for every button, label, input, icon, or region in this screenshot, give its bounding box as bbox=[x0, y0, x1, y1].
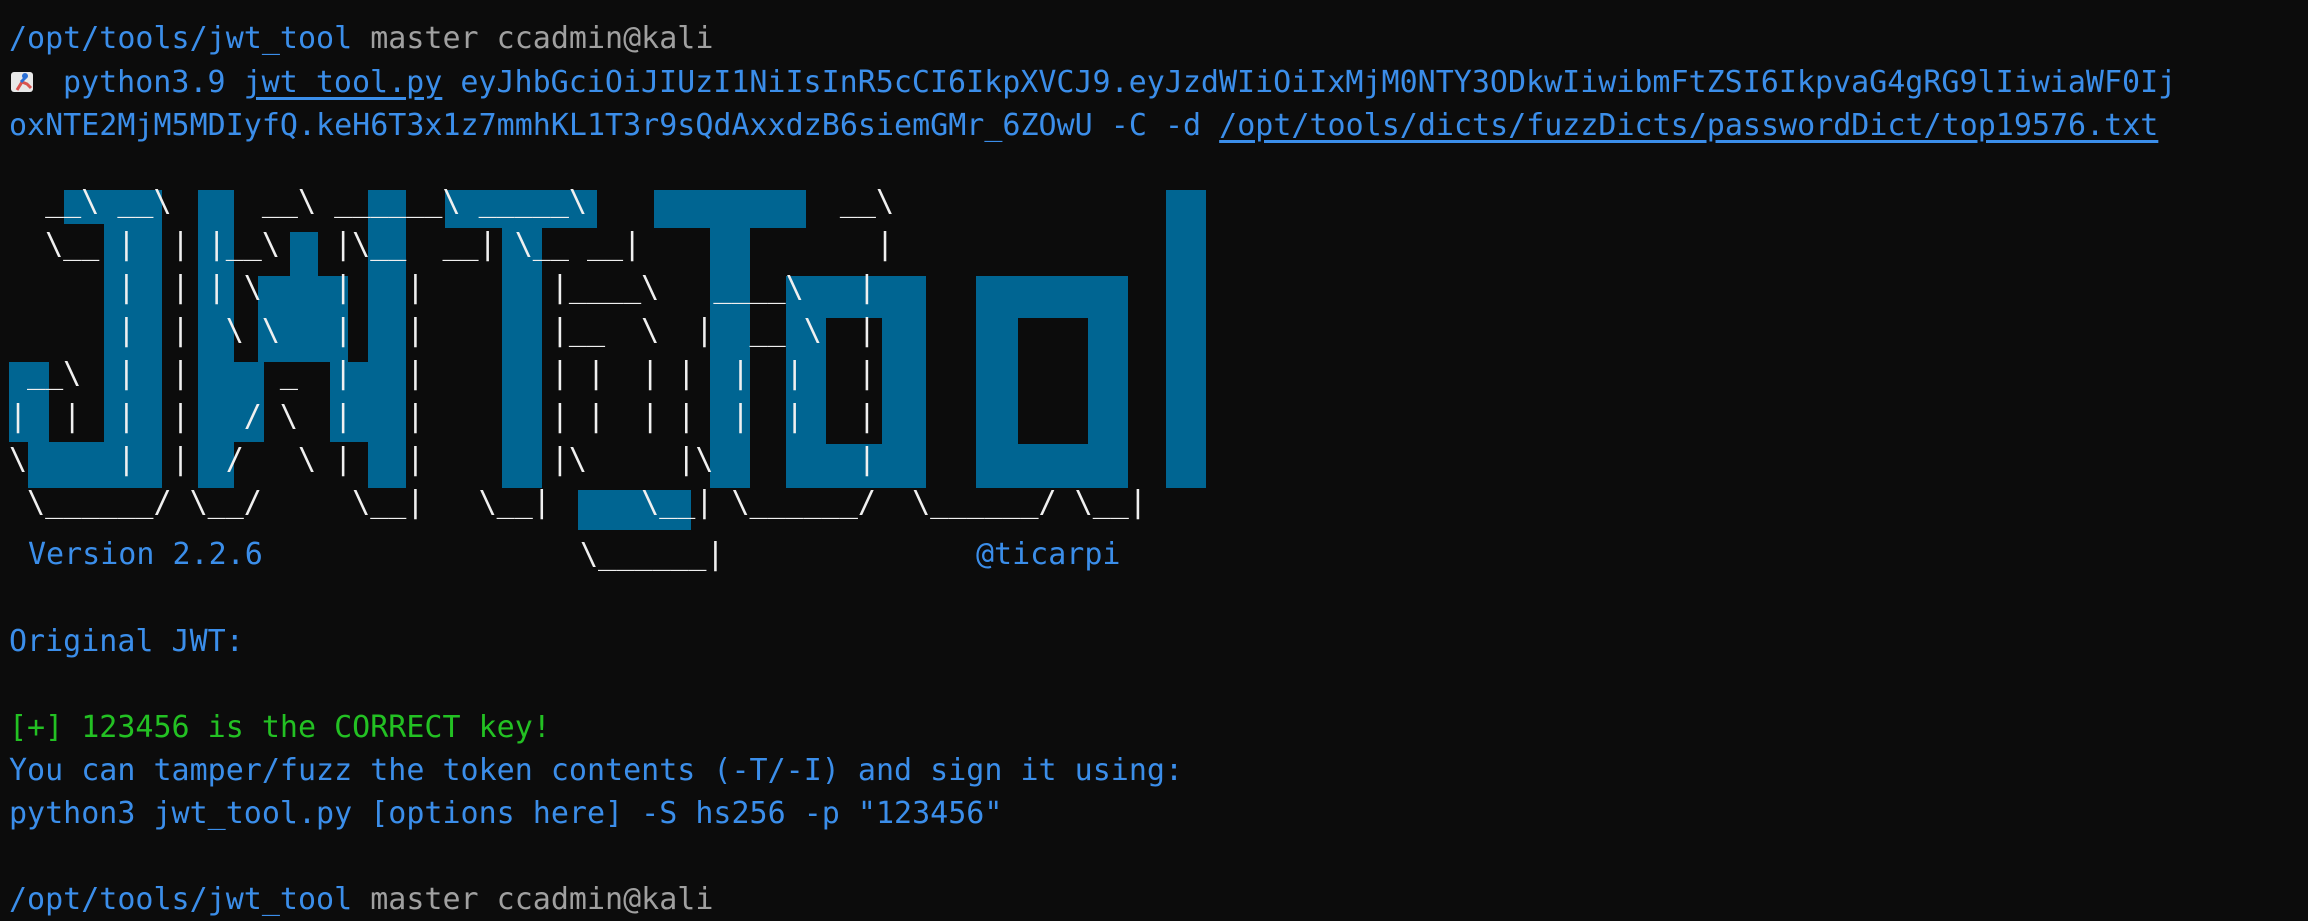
wordlist-path-link[interactable]: /opt/tools/dicts/fuzzDicts/passwordDict/… bbox=[1219, 108, 2158, 143]
original-jwt-label: Original JWT: bbox=[9, 624, 244, 659]
next-prompt-path: /opt/tools/jwt_tool bbox=[9, 882, 353, 917]
prompt-branch: master bbox=[370, 21, 479, 56]
jwt-token-part2: oxNTE2MjM5MDIyfQ.keH6T3x1z7mmhKL1T3r9sQd… bbox=[9, 108, 1093, 143]
running-person-icon bbox=[11, 72, 33, 92]
next-prompt-branch: master bbox=[370, 882, 479, 917]
banner-underline: \______| bbox=[580, 537, 725, 572]
next-prompt-user-host: ccadmin@kali bbox=[496, 882, 714, 917]
suggested-command: python3 jwt_tool.py [options here] -S hs… bbox=[9, 796, 1003, 831]
command-flags: -C -d bbox=[1110, 108, 1202, 143]
prompt-line: /opt/tools/jwt_tool master ccadmin@kali bbox=[9, 17, 713, 60]
next-prompt-line: /opt/tools/jwt_tool master ccadmin@kali bbox=[9, 878, 713, 921]
version-text: Version 2.2.6 bbox=[28, 537, 263, 572]
command-line: python3.9 jwt_tool.py eyJhbGciOiJIUzI1Ni… bbox=[9, 61, 2176, 104]
jwt-token-part1: eyJhbGciOiJIUzI1NiIsInR5cCI6IkpXVCJ9.eyJ… bbox=[460, 65, 2177, 100]
ascii-art-outline: __\ __\ __\ ______\ _____\ __\ \__ | | |… bbox=[9, 184, 1147, 520]
author-handle: @ticarpi bbox=[976, 537, 1121, 572]
command-script-link[interactable]: jwt_tool.py bbox=[244, 65, 443, 100]
terminal-window[interactable]: /opt/tools/jwt_tool master ccadmin@kali … bbox=[0, 0, 2308, 917]
command-interpreter: python3.9 bbox=[63, 65, 226, 100]
prompt-user-host: ccadmin@kali bbox=[496, 21, 714, 56]
success-message: [+] 123456 is the CORRECT key! bbox=[9, 710, 551, 745]
prompt-path: /opt/tools/jwt_tool bbox=[9, 21, 353, 56]
command-line-wrap: oxNTE2MjM5MDIyfQ.keH6T3x1z7mmhKL1T3r9sQd… bbox=[9, 104, 2158, 147]
hint-message: You can tamper/fuzz the token contents (… bbox=[9, 753, 1183, 788]
